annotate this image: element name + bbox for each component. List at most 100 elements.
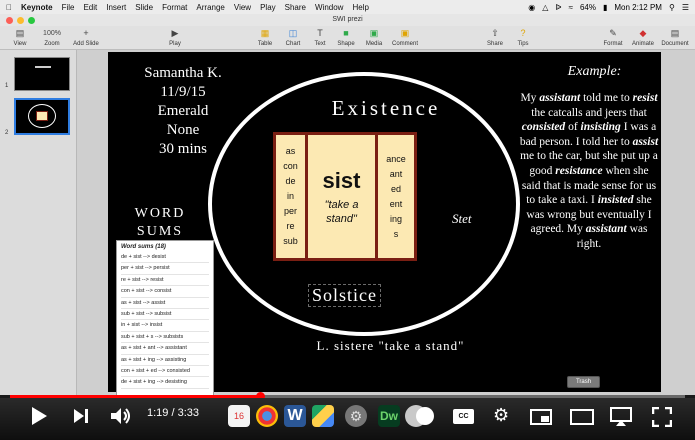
menu-edit[interactable]: Edit [83, 3, 97, 12]
thumbnail-text [35, 66, 51, 68]
word-matrix[interactable]: as con de in per re sub sist "take a sta… [273, 132, 417, 261]
plus-icon: + [83, 28, 89, 38]
animate-button[interactable]: ◆ Animate [629, 28, 657, 47]
captions-button[interactable]: CC [453, 409, 474, 424]
dreamweaver-icon[interactable]: Dw [378, 405, 400, 427]
highlighted-derivative: resistance [555, 164, 603, 177]
student-name: Samantha K. [144, 65, 222, 81]
spotlight-icon[interactable]: ⚲ [669, 3, 675, 12]
word-sum-row[interactable]: de + sist --> desist [121, 252, 209, 264]
base-element: sist [322, 167, 361, 193]
highlighted-derivative: assistant [585, 223, 627, 236]
battery-icon[interactable]: ▮ [603, 3, 607, 12]
trash-button[interactable]: Trash [567, 376, 600, 388]
view-icon: ▤ [15, 28, 25, 38]
window-title: SWI prezi [332, 16, 363, 23]
menu-view[interactable]: View [234, 3, 251, 12]
word-sum-row[interactable]: de + sist + ing --> desisting [121, 377, 209, 389]
share-button[interactable]: ⇧ Share [484, 28, 506, 47]
comment-button[interactable]: ▣ Comment [390, 28, 420, 47]
table-button[interactable]: ▦ Table [254, 28, 276, 47]
duration: 3:33 [177, 407, 200, 419]
word-sum-row[interactable]: per + sist --> persist [121, 263, 209, 275]
tips-button[interactable]: ? Tips [512, 28, 534, 47]
chart-button[interactable]: ◫ Chart [282, 28, 304, 47]
menu-status-area: ◉ △ ᐉ ≈ 64% ▮ Mon 2:12 PM ⚲ ☰ [521, 0, 689, 14]
word-sum-row[interactable]: in + sist --> insist [121, 320, 209, 332]
sync-icon[interactable]: △ [542, 3, 548, 12]
minimize-window-button[interactable] [17, 17, 24, 24]
zoom-select[interactable]: 100% Zoom [38, 28, 66, 47]
slide-thumbnail-2[interactable] [14, 98, 70, 135]
settings-icon[interactable]: ⚙ [493, 405, 509, 426]
related-word-solstice[interactable]: Solstice [308, 284, 381, 307]
comment-icon: ▣ [400, 28, 410, 38]
menu-arrange[interactable]: Arrange [196, 3, 224, 12]
text-button[interactable]: T Text [310, 28, 330, 47]
base-column: sist "take a stand" [308, 135, 378, 258]
format-button[interactable]: ✎ Format [600, 28, 626, 47]
battery-percent[interactable]: 64% [580, 3, 596, 12]
menu-help[interactable]: Help [352, 3, 368, 12]
menu-format[interactable]: Format [162, 3, 187, 12]
theater-mode-button[interactable] [570, 409, 594, 425]
highlighted-derivative: assistant [539, 92, 581, 104]
system-preferences-icon[interactable]: ⚙ [345, 405, 367, 427]
clock[interactable]: Mon 2:12 PM [614, 3, 662, 12]
document-button[interactable]: ▤ Document [659, 28, 691, 47]
chrome-icon[interactable] [256, 405, 278, 427]
word-sum-row[interactable]: con + sist --> consist [121, 286, 209, 298]
word-sum-row[interactable]: as + sist + ant --> assistant [121, 343, 209, 355]
view-button[interactable]: ▤ View [8, 28, 32, 47]
media-button[interactable]: ▣ Media [363, 28, 385, 47]
menu-play[interactable]: Play [260, 3, 276, 12]
menu-file[interactable]: File [62, 3, 75, 12]
word-sums-list[interactable]: Word sums (18) de + sist --> desist per +… [116, 240, 214, 396]
calendar-icon[interactable]: 16 [228, 405, 250, 427]
play-button[interactable]: ▶ Play [164, 28, 186, 47]
slide-thumbnail-1[interactable] [14, 57, 70, 91]
close-window-button[interactable] [6, 17, 13, 24]
record-icon[interactable]: ◉ [528, 3, 535, 12]
menu-insert[interactable]: Insert [106, 3, 126, 12]
fullscreen-button[interactable] [651, 406, 673, 432]
suffix: ed [390, 183, 401, 194]
add-slide-button[interactable]: + Add Slide [70, 28, 102, 47]
prefix: sub [283, 236, 298, 246]
shape-button[interactable]: ■ Shape [335, 28, 357, 47]
word-sum-row[interactable]: re + sist --> resist [121, 275, 209, 287]
next-video-button[interactable] [73, 408, 89, 429]
menu-app-name[interactable]: Keynote [21, 3, 53, 12]
apple-icon[interactable]:  [6, 3, 12, 12]
highlighted-derivative: resist [632, 92, 658, 104]
miniplayer-icon [541, 416, 549, 422]
window-controls [6, 17, 39, 24]
autoplay-toggle[interactable] [416, 407, 434, 425]
menu-window[interactable]: Window [315, 3, 343, 12]
word-sum-row[interactable]: as + sist + ing --> assisting [121, 355, 209, 366]
play-pause-button[interactable] [30, 406, 48, 431]
airplay-button[interactable] [610, 407, 632, 432]
miniplayer-button[interactable] [530, 409, 552, 425]
word-sums-heading: WORD SUMS [134, 206, 186, 239]
mute-button[interactable] [110, 407, 132, 430]
notification-icon[interactable]: ☰ [682, 3, 689, 12]
play-icon: ▶ [171, 28, 179, 38]
word-sum-row[interactable]: sub + sist --> subsist [121, 309, 209, 321]
bluetooth-icon[interactable]: ᐉ [555, 3, 561, 12]
video-controls: 16 W ⚙ Dw 1:19 / 3:33 CC ⚙ [0, 398, 695, 440]
zoom-window-button[interactable] [28, 17, 35, 24]
word-sum-row[interactable]: sub + sist + s --> subsists [121, 332, 209, 344]
fullscreen-icon [651, 406, 673, 428]
volume-icon [111, 408, 130, 424]
word-icon[interactable]: W [284, 405, 306, 427]
word-sums-list-title: Word sums (18) [121, 244, 166, 250]
prefix: in [286, 191, 294, 201]
wifi-icon[interactable]: ≈ [569, 3, 573, 12]
suffix-column: ance ant ed ent ing s [378, 135, 414, 258]
menu-share[interactable]: Share [285, 3, 306, 12]
word-sum-row[interactable]: as + sist --> assist [121, 298, 209, 309]
menu-slide[interactable]: Slide [135, 3, 153, 12]
google-drive-icon[interactable] [312, 405, 334, 427]
word-sum-row[interactable]: con + sist + ed --> consisted [121, 366, 209, 378]
